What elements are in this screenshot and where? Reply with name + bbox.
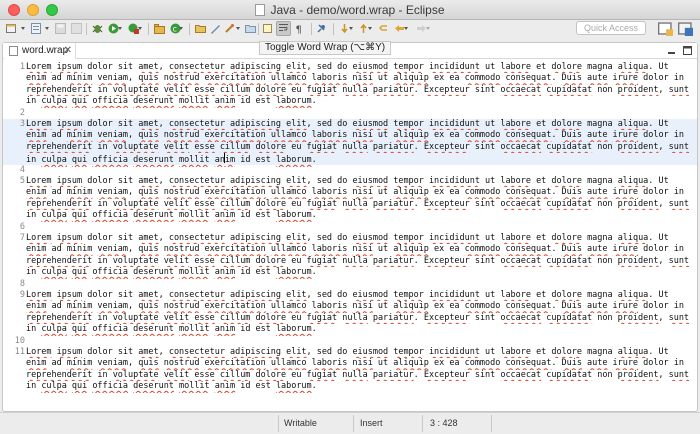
toggle-mark-occurrences-button[interactable]: [260, 21, 275, 36]
toggle-word-wrap-button[interactable]: [276, 21, 291, 36]
new-java-project-icon[interactable]: [152, 21, 167, 36]
open-perspective-folder-icon[interactable]: [243, 21, 258, 36]
status-writable: Writable: [284, 418, 317, 428]
toolbar-separator: [333, 23, 334, 35]
editor-line[interactable]: 4: [3, 165, 697, 176]
line-text: Lorem ipsum dolor sit amet, consectetur …: [26, 119, 690, 166]
toolbar-separator: [189, 23, 190, 35]
toolbar-separator: [86, 23, 87, 35]
close-tab-icon[interactable]: ✕: [64, 43, 72, 58]
next-annotation-dropdown-icon[interactable]: [348, 21, 356, 36]
maximize-editor-icon[interactable]: [683, 46, 692, 55]
pin-editor-icon[interactable]: [314, 21, 329, 36]
editor-line[interactable]: 9 Lorem ipsum dolor sit amet, consectetur…: [3, 290, 697, 336]
text-editor[interactable]: 1 Lorem ipsum dolor sit amet, consectetur…: [3, 60, 697, 411]
last-edit-location-icon[interactable]: [376, 21, 391, 36]
status-insert-mode: Insert: [360, 418, 383, 428]
status-cursor-position: 3 : 428: [430, 418, 458, 428]
save-all-icon[interactable]: [69, 21, 84, 36]
line-number: 4: [19, 164, 25, 175]
svg-text:¶: ¶: [296, 25, 302, 35]
editor-line[interactable]: 8: [3, 279, 697, 290]
window-title: Java - demo/word.wrap - Eclipse: [270, 3, 445, 17]
line-number: 2: [19, 107, 25, 118]
show-whitespace-icon[interactable]: ¶: [292, 21, 307, 36]
open-folder-icon[interactable]: [193, 21, 208, 36]
line-number: 3: [19, 119, 25, 129]
line-text: Lorem ipsum dolor sit amet, consectetur …: [26, 290, 690, 335]
editor-area: word.wrap ✕ 1 Lorem ipsum dolor sit amet,…: [2, 42, 698, 412]
back-dropdown-icon[interactable]: [403, 21, 411, 36]
open-type-dropdown-icon[interactable]: [44, 21, 52, 36]
quick-access-input[interactable]: Quick Access: [576, 21, 646, 35]
text-file-icon: [9, 46, 18, 56]
open-perspective-icon[interactable]: [658, 21, 673, 36]
toolbar-separator: [148, 23, 149, 35]
line-number: 10: [14, 335, 25, 346]
new-wizard-button[interactable]: [4, 21, 19, 36]
status-separator: [353, 415, 354, 432]
minimize-editor-icon[interactable]: [667, 46, 676, 55]
line-number: 7: [19, 233, 25, 243]
forward-dropdown-icon[interactable]: [425, 21, 433, 36]
status-separator: [491, 415, 492, 432]
toolbar-separator: [311, 23, 312, 35]
editor-line[interactable]: 1 Lorem ipsum dolor sit amet, consectetur…: [3, 62, 697, 108]
editor-line[interactable]: 2: [3, 108, 697, 119]
line-text: Lorem ipsum dolor sit amet, consectetur …: [26, 347, 690, 392]
editor-line[interactable]: 3 Lorem ipsum dolor sit amet, consectetur…: [3, 119, 697, 165]
new-dropdown-icon[interactable]: [20, 21, 28, 36]
line-number: 5: [19, 176, 25, 186]
new-class-dropdown-icon[interactable]: [178, 21, 186, 36]
open-type-button[interactable]: [29, 21, 44, 36]
java-perspective-icon[interactable]: [678, 21, 693, 36]
line-number: 8: [19, 278, 25, 289]
toggle-word-wrap-tooltip: Toggle Word Wrap (⌥⌘Y): [259, 41, 392, 55]
document-icon: [255, 4, 266, 16]
toolbar-separator: [258, 23, 259, 35]
search-dropdown-icon[interactable]: [235, 21, 243, 36]
status-bar: Writable Insert 3 : 428: [0, 412, 700, 434]
debug-icon[interactable]: [90, 21, 105, 36]
editor-line[interactable]: 5 Lorem ipsum dolor sit amet, consectetur…: [3, 176, 697, 222]
open-task-icon[interactable]: [208, 21, 223, 36]
editor-tab-word-wrap[interactable]: word.wrap ✕: [4, 43, 76, 59]
coverage-dropdown-icon[interactable]: [137, 21, 145, 36]
editor-line[interactable]: 11 Lorem ipsum dolor sit amet, consectetu…: [3, 347, 697, 393]
run-dropdown-icon[interactable]: [117, 21, 125, 36]
editor-line[interactable]: 6: [3, 222, 697, 233]
svg-text:c: c: [173, 25, 177, 34]
line-text: Lorem ipsum dolor sit amet, consectetur …: [26, 233, 690, 278]
line-text: Lorem ipsum dolor sit amet, consectetur …: [26, 62, 690, 107]
editor-line[interactable]: 10: [3, 336, 697, 347]
previous-annotation-dropdown-icon[interactable]: [367, 21, 375, 36]
text-cursor: [224, 153, 226, 164]
status-separator: [422, 415, 423, 432]
line-text: Lorem ipsum dolor sit amet, consectetur …: [26, 176, 690, 221]
status-separator: [278, 415, 279, 432]
line-number: 9: [19, 290, 25, 300]
title-bar: Java - demo/word.wrap - Eclipse: [0, 0, 700, 20]
line-number: 1: [19, 62, 25, 72]
save-icon[interactable]: [53, 21, 68, 36]
line-number: 6: [19, 221, 25, 232]
line-number: 11: [14, 347, 25, 357]
editor-line[interactable]: 7 Lorem ipsum dolor sit amet, consectetur…: [3, 233, 697, 279]
editor-tab-label: word.wrap: [22, 45, 69, 56]
